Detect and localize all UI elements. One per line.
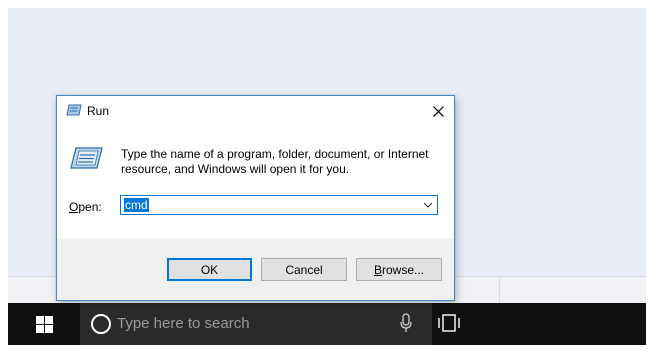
taskbar: Type here to search (8, 303, 646, 345)
chevron-down-icon[interactable] (421, 198, 435, 212)
dialog-description: Type the name of a program, folder, docu… (121, 147, 429, 176)
cancel-button[interactable]: Cancel (261, 258, 347, 281)
open-label-rest: pen: (78, 200, 102, 214)
ok-button[interactable]: OK (167, 258, 252, 281)
dialog-content: Type the name of a program, folder, docu… (57, 126, 454, 239)
browse-mnemonic: B (373, 262, 382, 277)
strip-divider (499, 277, 500, 304)
open-label-mnemonic: O (69, 200, 79, 214)
close-button[interactable] (422, 96, 454, 126)
run-program-icon (70, 147, 103, 169)
cortana-circle-icon (91, 314, 111, 334)
run-icon (66, 104, 82, 116)
close-icon (432, 105, 444, 117)
task-view-icon[interactable] (438, 314, 460, 332)
browse-label-rest: rowse... (382, 262, 425, 277)
browse-button[interactable]: Browse... (356, 258, 442, 281)
windows-start-icon (35, 315, 53, 333)
open-label: Open: (69, 200, 102, 214)
open-combobox[interactable]: cmd (120, 195, 438, 215)
start-button[interactable] (8, 303, 80, 345)
dialog-titlebar[interactable]: Run (57, 96, 454, 126)
microphone-icon[interactable] (400, 313, 412, 333)
run-dialog: Run Type the name of a program, folder, … (56, 95, 455, 301)
open-input-value[interactable]: cmd (124, 198, 149, 212)
dialog-title: Run (87, 104, 110, 118)
search-placeholder: Type here to search (117, 315, 250, 332)
taskbar-search-box[interactable]: Type here to search (80, 303, 432, 345)
